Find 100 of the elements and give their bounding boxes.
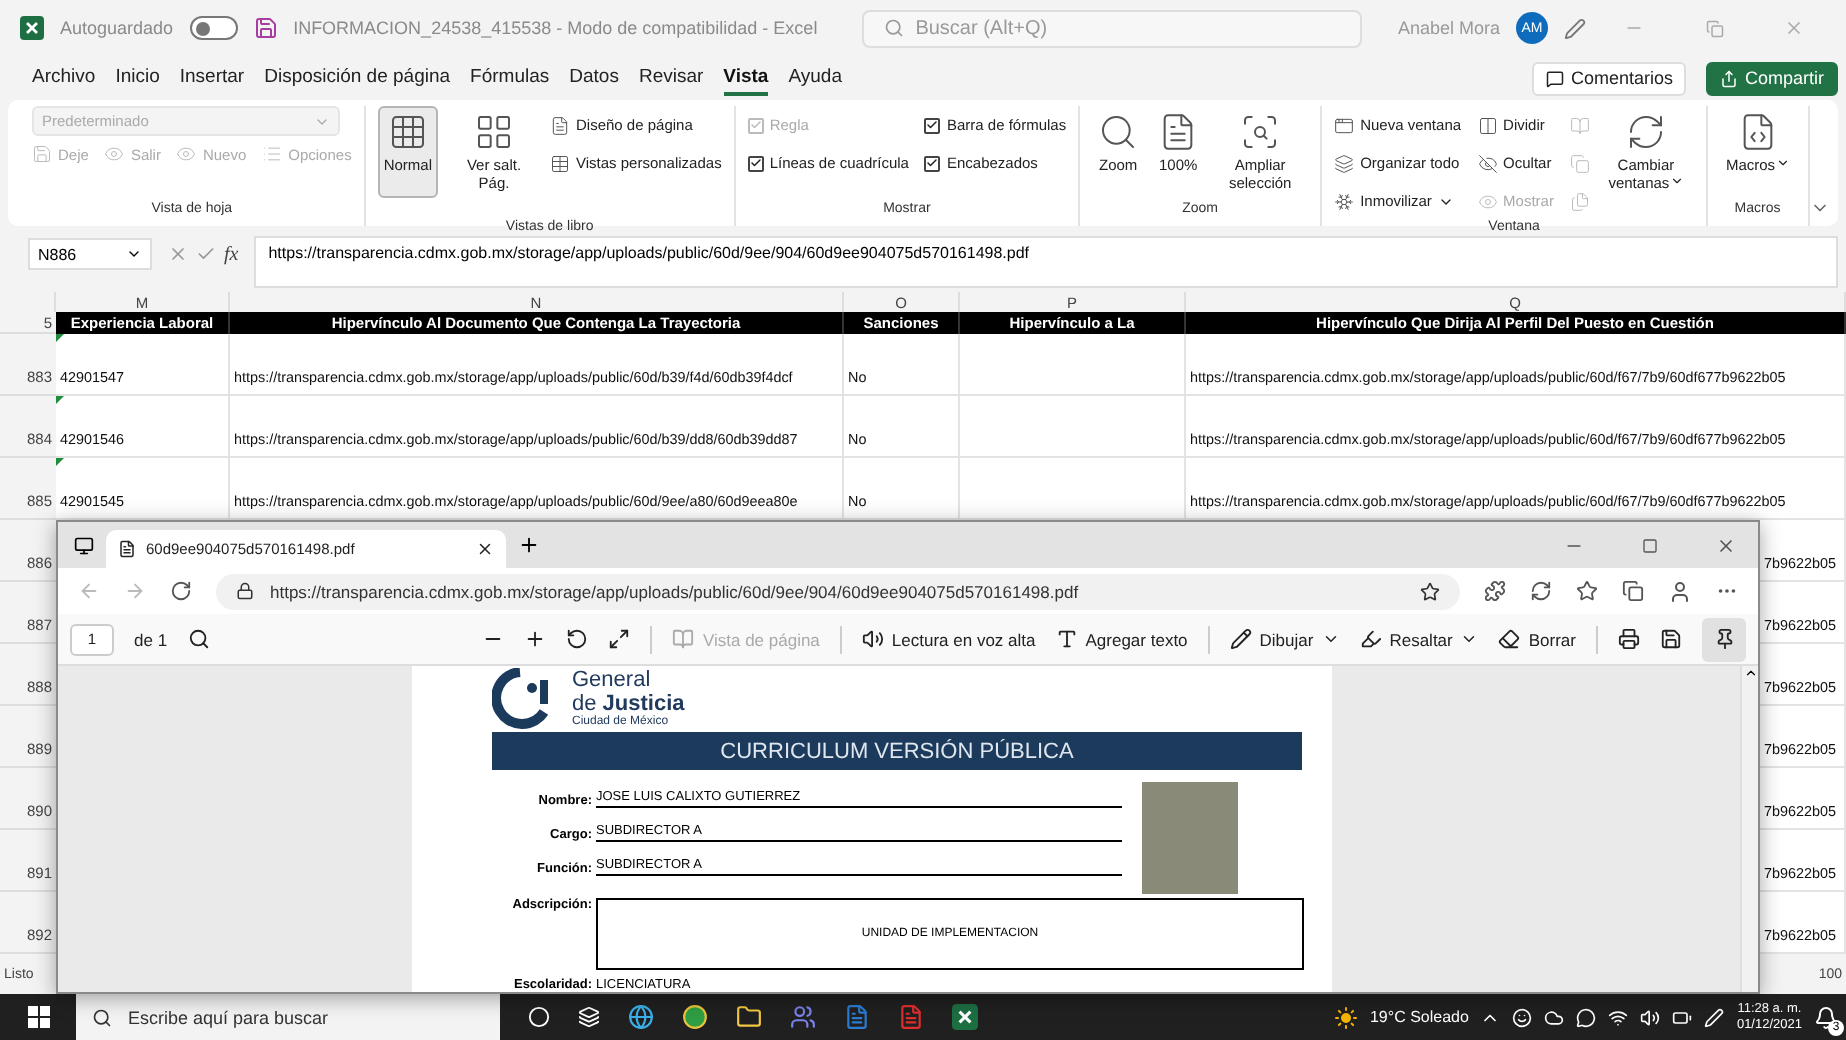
star-icon[interactable] xyxy=(1420,581,1440,601)
list-icon xyxy=(262,144,283,164)
page-grid-icon xyxy=(474,112,514,152)
split-icon xyxy=(1477,115,1498,135)
people-icon[interactable] xyxy=(1512,1007,1533,1027)
toolbar-button[interactable]: Lectura en voz alta xyxy=(861,628,1036,650)
menu-tab[interactable]: Archivo xyxy=(32,60,96,96)
save-icon[interactable] xyxy=(1660,628,1682,650)
menu-tab[interactable]: Revisar xyxy=(638,60,704,96)
toolbar-button[interactable]: Agregar texto xyxy=(1055,628,1188,650)
pdf-app-icon[interactable] xyxy=(898,1004,924,1030)
search-icon xyxy=(883,18,904,38)
favorites-icon[interactable] xyxy=(1576,580,1598,602)
show-icon xyxy=(1477,191,1498,211)
formula-field[interactable]: https://transparencia.cdmx.gob.mx/storage/app/uploads/public/60d/9ee/904/60d9ee904075d570161498.pdf xyxy=(254,236,1838,288)
organization-name: General xyxy=(572,668,653,692)
cloud-icon[interactable] xyxy=(1544,1007,1565,1027)
menu-tab[interactable]: Fórmulas xyxy=(470,60,550,96)
toolbar-button[interactable]: Resaltar xyxy=(1359,628,1479,650)
rotate-icon[interactable] xyxy=(566,628,589,650)
save-icon xyxy=(32,144,52,164)
highlighter-icon xyxy=(1359,628,1382,650)
scrollbar[interactable] xyxy=(1740,666,1758,992)
document-app-icon[interactable] xyxy=(844,1004,870,1030)
document-icon xyxy=(118,540,136,558)
pin-button[interactable] xyxy=(1702,617,1746,661)
weather-text[interactable]: 19°C Soleado xyxy=(1369,1008,1469,1026)
autosave-toggle[interactable] xyxy=(189,16,238,40)
menu-tab[interactable]: Vista xyxy=(723,60,769,96)
files-icon xyxy=(1569,191,1590,211)
collections-icon[interactable] xyxy=(1622,580,1644,602)
new-tab-icon[interactable] xyxy=(518,534,540,556)
puzzle-icon[interactable] xyxy=(1484,580,1506,602)
lock-icon xyxy=(236,582,254,600)
spreadsheet-app-icon xyxy=(20,16,44,40)
toolbar-button[interactable]: Borrar xyxy=(1498,628,1576,650)
notification-icon[interactable] xyxy=(1814,1005,1838,1029)
sync-icon[interactable] xyxy=(1530,580,1552,602)
document-banner: CURRICULUM VERSIÓN PÚBLICA xyxy=(492,732,1302,770)
photo-placeholder xyxy=(1142,782,1238,894)
copy-icon xyxy=(1569,153,1590,173)
grid-icon xyxy=(387,112,428,152)
scroll-up-icon[interactable] xyxy=(1743,666,1757,680)
task-view-icon[interactable] xyxy=(578,1006,600,1028)
share-button[interactable]: Compartir xyxy=(1706,61,1838,95)
page-count: de 1 xyxy=(134,629,168,649)
menu-tab[interactable]: Disposición de página xyxy=(264,60,451,96)
reload-icon[interactable] xyxy=(170,580,192,602)
eraser-icon xyxy=(1498,628,1521,650)
comment-icon xyxy=(1546,69,1565,87)
hide-icon xyxy=(1477,153,1498,173)
insert-function-button[interactable]: fx xyxy=(224,243,239,265)
book-icon xyxy=(1569,115,1590,135)
new-window-icon xyxy=(1334,115,1355,135)
eye-icon xyxy=(176,144,197,164)
sun-icon[interactable] xyxy=(1333,1005,1358,1029)
folder-icon[interactable] xyxy=(736,1004,762,1030)
search-icon xyxy=(92,1007,112,1027)
table-icon xyxy=(550,153,570,173)
snowflake-icon xyxy=(1334,191,1355,211)
volume-icon[interactable] xyxy=(1640,1007,1661,1027)
checkbox[interactable] xyxy=(924,117,941,133)
pin-icon xyxy=(1713,628,1735,650)
maximize-icon[interactable] xyxy=(1642,537,1658,553)
start-icon[interactable] xyxy=(27,1006,49,1028)
name-box[interactable]: N886 xyxy=(28,238,152,270)
toolbar-button[interactable]: Dibujar xyxy=(1229,628,1340,650)
chevron-down-icon xyxy=(126,246,142,262)
network-icon[interactable] xyxy=(1608,1007,1629,1027)
autosave-label: Autoguardado xyxy=(60,18,174,38)
comments-button[interactable]: Comentarios xyxy=(1532,61,1687,95)
cancel-icon[interactable] xyxy=(168,244,188,264)
check-icon[interactable] xyxy=(196,244,216,264)
checkbox[interactable] xyxy=(747,155,764,171)
menu-tab[interactable]: Ayuda xyxy=(788,60,842,96)
address-field[interactable]: https://transparencia.cdmx.gob.mx/storage/app/uploads/public/60d/9ee/904/60d9ee904075d570161498.pdf xyxy=(216,573,1460,609)
taskbar-search-field[interactable]: Escribe aquí para buscar xyxy=(76,994,500,1040)
battery-icon[interactable] xyxy=(1672,1007,1693,1027)
window-title: INFORMACION_24538_415538 - Modo de compatibilidad - Excel xyxy=(293,18,818,38)
tab-actions-icon[interactable] xyxy=(74,535,94,555)
menu-tab[interactable]: Insertar xyxy=(179,60,245,96)
zoom-selection-icon xyxy=(1240,112,1281,152)
page-icon xyxy=(550,115,570,135)
checkbox[interactable] xyxy=(924,155,941,171)
organization-name: de Justicia xyxy=(572,692,685,716)
chat-icon[interactable] xyxy=(1576,1007,1597,1027)
menu-tab[interactable]: Datos xyxy=(569,60,619,96)
search-icon[interactable] xyxy=(187,628,210,650)
team-chat-icon[interactable] xyxy=(790,1004,816,1030)
assistant-icon[interactable] xyxy=(528,1006,550,1028)
spreadsheet-app-icon xyxy=(952,1004,978,1030)
windows-icon xyxy=(1334,153,1355,173)
print-icon[interactable] xyxy=(1618,628,1640,650)
menu-tab[interactable]: Inicio xyxy=(115,60,160,96)
zoom-in-icon[interactable] xyxy=(524,628,547,650)
close-icon[interactable] xyxy=(476,540,494,558)
text-icon xyxy=(1055,628,1078,650)
page-view-icon xyxy=(672,628,695,650)
profile-icon[interactable] xyxy=(1668,579,1692,603)
fit-page-icon[interactable] xyxy=(608,628,631,650)
